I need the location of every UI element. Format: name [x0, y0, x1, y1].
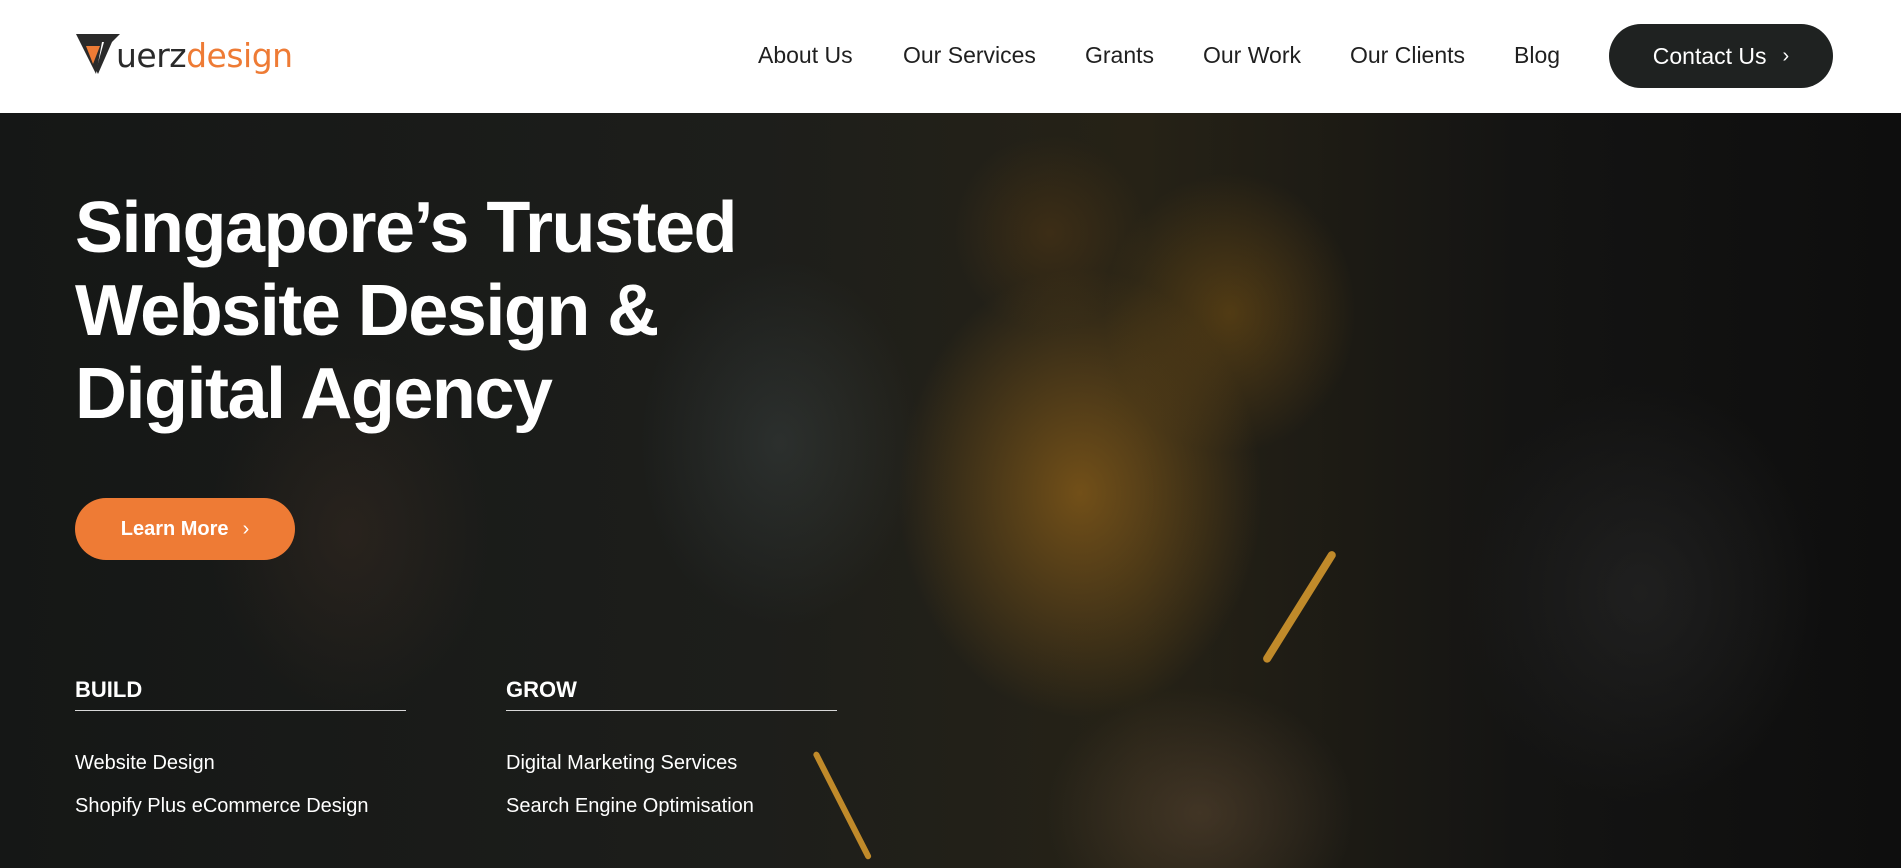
brand-logo[interactable]: uerzdesign: [74, 33, 293, 77]
link-website-design[interactable]: Website Design: [75, 752, 215, 775]
nav-item-grants[interactable]: Grants: [1085, 42, 1154, 69]
site-header: uerzdesign About Us Our Services Grants …: [0, 0, 1901, 113]
logo-wordmark-accent: design: [186, 35, 293, 75]
logo-wordmark-dark: uerz: [116, 35, 187, 75]
chevron-right-icon: ›: [1782, 44, 1790, 67]
learn-more-label: Learn More: [120, 517, 229, 540]
hero-section: Singapore’s Trusted Website Design & Dig…: [0, 113, 1901, 868]
chevron-right-icon: ›: [242, 517, 250, 540]
learn-more-button[interactable]: Learn More ›: [75, 498, 295, 560]
logo-wordmark: uerzdesign: [116, 39, 293, 72]
link-search-engine-optimisation[interactable]: Search Engine Optimisation: [506, 795, 754, 818]
contact-us-label: Contact Us: [1652, 42, 1767, 69]
hero-title: Singapore’s Trusted Website Design & Dig…: [75, 187, 737, 436]
nav-item-about-us[interactable]: About Us: [758, 42, 853, 69]
hero-title-line: Website Design &: [75, 271, 659, 351]
column-divider: [75, 710, 406, 711]
hero-title-line: Digital Agency: [75, 354, 553, 434]
hero-title-line: Singapore’s Trusted: [75, 188, 737, 268]
link-shopify-plus-ecommerce-design[interactable]: Shopify Plus eCommerce Design: [75, 795, 368, 818]
nav-item-blog[interactable]: Blog: [1514, 42, 1560, 69]
column-divider: [506, 710, 837, 711]
column-heading-grow: GROW: [506, 677, 577, 702]
link-digital-marketing-services[interactable]: Digital Marketing Services: [506, 752, 737, 775]
nav-item-our-clients[interactable]: Our Clients: [1350, 42, 1465, 69]
nav-item-our-work[interactable]: Our Work: [1203, 42, 1301, 69]
nav-item-our-services[interactable]: Our Services: [903, 42, 1036, 69]
column-heading-build: BUILD: [75, 677, 143, 702]
contact-us-button[interactable]: Contact Us ›: [1609, 24, 1833, 88]
